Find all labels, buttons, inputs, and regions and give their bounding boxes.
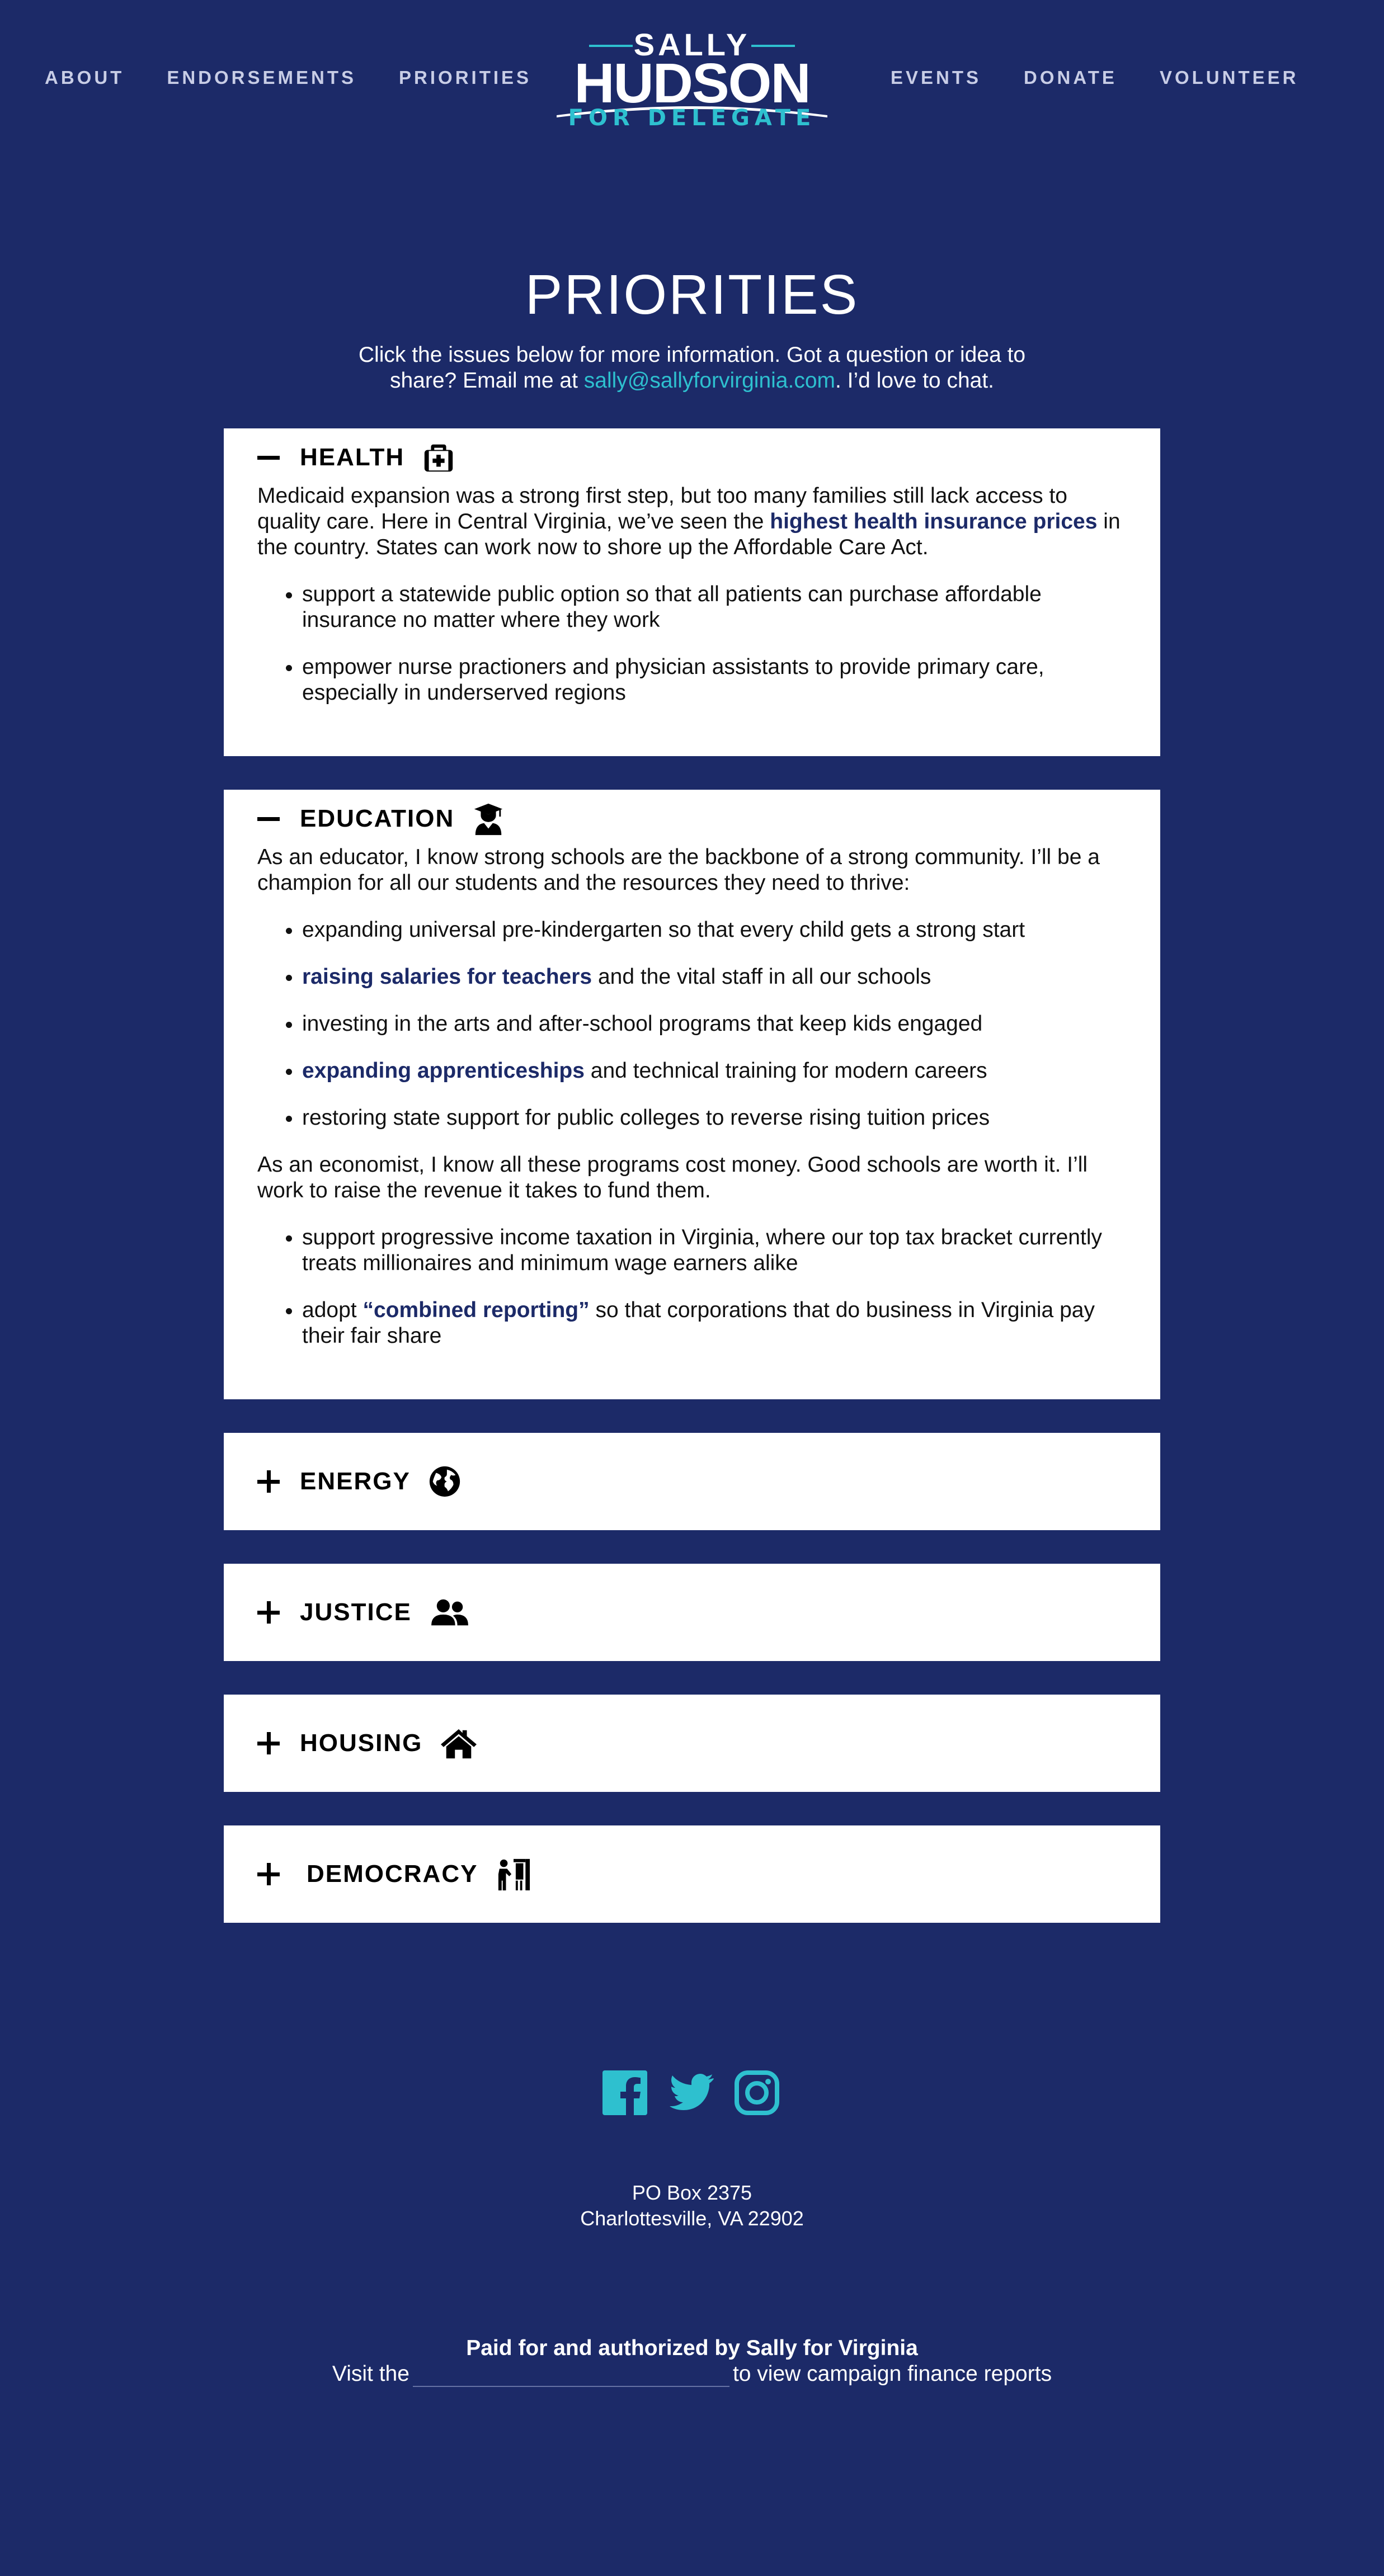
combined-reporting-link[interactable]: “combined reporting” (363, 1298, 589, 1322)
email-link[interactable]: sally@sallyforvirginia.com (584, 369, 835, 393)
expand-icon (257, 1601, 280, 1624)
users-icon (431, 1599, 468, 1626)
list-item: support a statewide public option so tha… (302, 582, 1127, 633)
panel-education-header[interactable]: EDUCATION (257, 791, 1127, 847)
social-links (601, 2069, 780, 2116)
list-item: empower nurse practioners and physician … (302, 654, 1127, 706)
panel-education-body: As an educator, I know strong schools ar… (257, 844, 1127, 1349)
panel-education-title: EDUCATION (300, 805, 455, 832)
medkit-icon (424, 444, 453, 472)
education-list-2: support progressive income taxation in V… (257, 1225, 1127, 1349)
intro-text: Click the issues below for more informat… (324, 342, 1060, 394)
list-item-text: adopt (302, 1298, 363, 1322)
panel-education: EDUCATION As an educator, I know strong … (224, 790, 1160, 1399)
nav-left: ABOUT ENDORSEMENTS PRIORITIES (45, 67, 574, 88)
instagram-icon[interactable] (733, 2069, 780, 2116)
paid-by-text: Paid for and authorized by Sally for Vir… (466, 2336, 918, 2360)
campaign-logo[interactable]: SALLY HUDSON FOR DELEGATE (557, 28, 827, 131)
panel-democracy-header[interactable]: DEMOCRACY (257, 1846, 1127, 1902)
expand-icon (257, 1863, 280, 1885)
panel-housing: HOUSING (224, 1695, 1160, 1792)
intro-after: . I’d love to chat. (835, 369, 995, 393)
education-paragraph-1: As an educator, I know strong schools ar… (257, 845, 1100, 895)
nav-endorsements[interactable]: ENDORSEMENTS (167, 67, 356, 88)
nav-about[interactable]: ABOUT (45, 67, 124, 88)
panel-health-title: HEALTH (300, 444, 405, 471)
list-item: raising salaries for teachers and the vi… (302, 964, 1127, 990)
list-item: support progressive income taxation in V… (302, 1225, 1127, 1276)
panel-health: HEALTH Medicaid expansion was a strong f… (224, 428, 1160, 756)
panel-health-body: Medicaid expansion was a strong first st… (257, 483, 1127, 706)
list-item-text: and technical training for modern career… (584, 1059, 987, 1083)
visit-after-text: to view campaign finance reports (732, 2362, 1052, 2386)
panel-justice: JUSTICE (224, 1564, 1160, 1661)
list-item: restoring state support for public colle… (302, 1105, 1127, 1131)
collapse-icon (257, 446, 280, 469)
health-paragraph: Medicaid expansion was a strong first st… (257, 483, 1127, 560)
nav-events[interactable]: EVENTS (891, 67, 981, 88)
panel-energy-title: ENERGY (300, 1468, 411, 1495)
list-item: adopt “combined reporting” so that corpo… (302, 1298, 1127, 1349)
panel-justice-title: JUSTICE (300, 1598, 412, 1626)
address-line-2: Charlottesville, VA 22902 (580, 2207, 804, 2230)
finance-reports-link[interactable] (412, 2361, 729, 2387)
list-item: expanding apprenticeships and technical … (302, 1058, 1127, 1084)
panel-democracy-title: DEMOCRACY (307, 1860, 478, 1888)
list-item: investing in the arts and after-school p… (302, 1011, 1127, 1037)
panel-energy-header[interactable]: ENERGY (257, 1454, 1127, 1509)
facebook-icon[interactable] (601, 2069, 648, 2116)
panel-justice-header[interactable]: JUSTICE (257, 1584, 1127, 1640)
health-insurance-link[interactable]: highest health insurance prices (770, 509, 1097, 534)
panel-housing-title: HOUSING (300, 1729, 423, 1757)
nav-donate[interactable]: DONATE (1024, 67, 1117, 88)
collapse-icon (257, 808, 280, 830)
home-icon (441, 1729, 477, 1759)
panel-health-header[interactable]: HEALTH (257, 430, 1127, 485)
expand-icon (257, 1732, 280, 1754)
visit-before-text: Visit the (332, 2362, 409, 2386)
education-list-1: expanding universal pre-kindergarten so … (257, 917, 1127, 1131)
health-list: support a statewide public option so tha… (257, 582, 1127, 706)
nav-right: EVENTS DONATE VOLUNTEER (891, 67, 1341, 88)
mailing-address: PO Box 2375 Charlottesville, VA 22902 (0, 2180, 1384, 2231)
globe-icon (429, 1466, 460, 1497)
page-title: PRIORITIES (525, 263, 859, 326)
panel-housing-header[interactable]: HOUSING (257, 1715, 1127, 1771)
graduate-icon (474, 803, 503, 836)
twitter-icon[interactable] (667, 2069, 714, 2116)
panel-energy: ENERGY (224, 1433, 1160, 1530)
expand-icon (257, 1470, 280, 1493)
paid-for-notice: Paid for and authorized by Sally for Vir… (0, 2336, 1384, 2387)
education-paragraph-2: As an economist, I know all these progra… (257, 1153, 1088, 1202)
panel-democracy: DEMOCRACY (224, 1825, 1160, 1923)
address-line-1: PO Box 2375 (632, 2181, 752, 2204)
list-item: expanding universal pre-kindergarten so … (302, 917, 1127, 943)
voting-booth-icon (498, 1858, 530, 1891)
list-item-text: and the vital staff in all our schools (592, 965, 931, 989)
logo-subtitle: FOR DELEGATE (568, 105, 816, 131)
nav-volunteer[interactable]: VOLUNTEER (1160, 67, 1299, 88)
teacher-salaries-link[interactable]: raising salaries for teachers (302, 965, 592, 989)
nav-priorities[interactable]: PRIORITIES (399, 67, 531, 88)
apprenticeships-link[interactable]: expanding apprenticeships (302, 1059, 585, 1083)
